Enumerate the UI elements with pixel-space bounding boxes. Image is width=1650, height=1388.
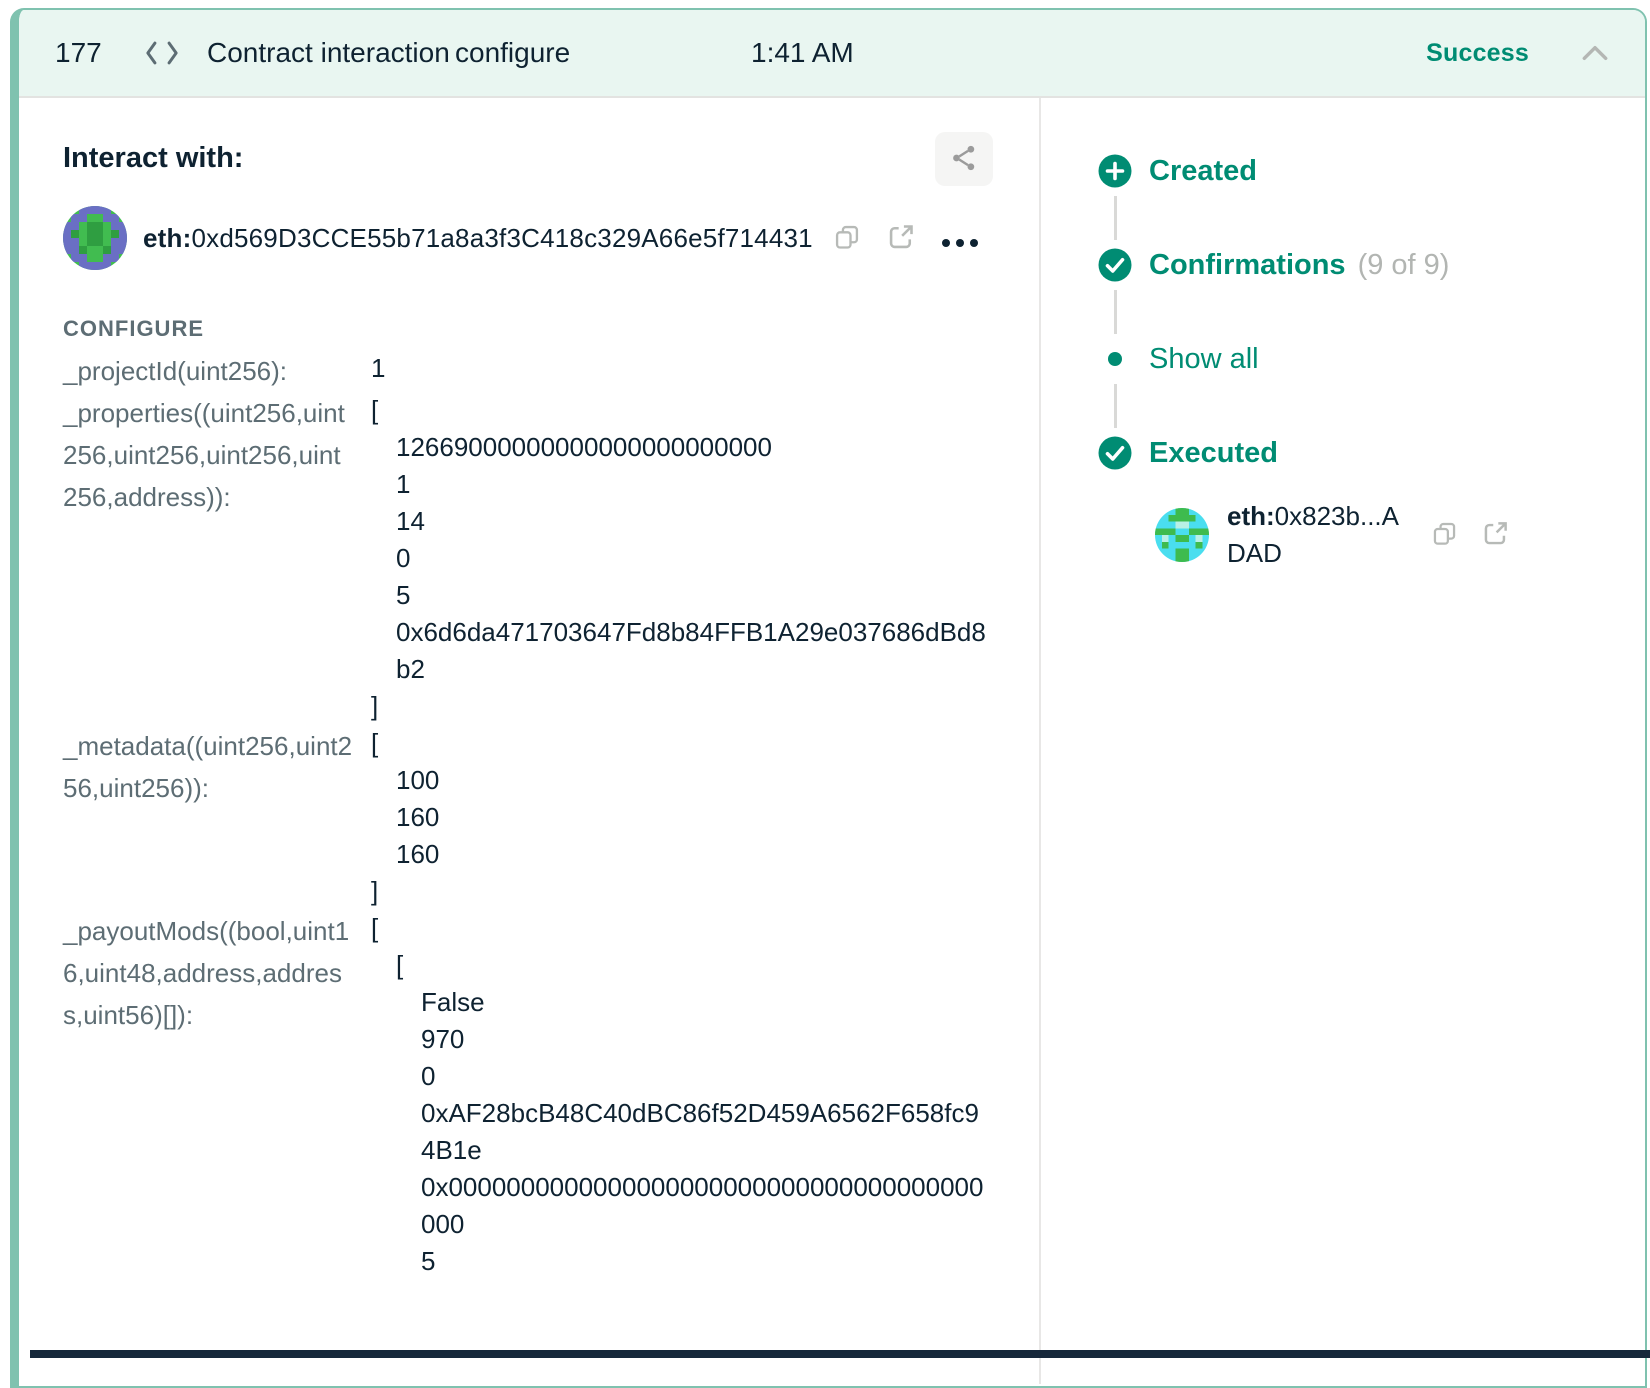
confirmations-count: (9 of 9) [1358, 249, 1450, 282]
param-value-line: 1 [371, 466, 991, 503]
timeline-connector [1114, 290, 1117, 334]
param-value-line: 5 [371, 577, 991, 614]
contract-address: eth:0xd569D3CCE55b71a8a3f3C418c329A66e5f… [143, 223, 813, 254]
param-label: _projectId(uint256): [63, 350, 353, 392]
copy-icon [833, 223, 861, 254]
timeline-step-confirmations: Confirmations (9 of 9) [1097, 246, 1645, 284]
timeline-connector [1114, 196, 1117, 240]
timeline-show-all[interactable]: Show all [1097, 340, 1645, 378]
next-row-edge [30, 1350, 1650, 1358]
param-value-line: 0x00000000000000000000000000000000000000… [371, 1169, 991, 1243]
more-options-icon [941, 236, 979, 251]
param-value-line: [ [371, 910, 991, 947]
check-circle-icon [1097, 247, 1133, 283]
param-value-line: 14 [371, 503, 991, 540]
param-value-line: 0xAF28bcB48C40dBC86f52D459A6562F658fc94B… [371, 1095, 991, 1169]
transaction-timeline: Created Confirmations (9 of 9) Show all [1041, 98, 1645, 1384]
copy-icon [1431, 520, 1458, 550]
transaction-card: 177 Contract interaction configure 1:41 … [10, 8, 1647, 1388]
param-value-line: 0x6d6da471703647Fd8b84FFB1A29e037686dBd8… [371, 614, 991, 688]
plus-circle-icon [1097, 153, 1133, 189]
copy-address-button[interactable] [833, 223, 861, 254]
param-value-line: 5 [371, 1243, 991, 1280]
address-value: 0xd569D3CCE55b71a8a3f3C418c329A66e5f7144… [191, 223, 812, 253]
copy-executor-button[interactable] [1431, 520, 1458, 550]
param-row: _metadata((uint256,uint256,uint256)): [10… [63, 725, 1039, 910]
transaction-time: 1:41 AM [751, 37, 854, 69]
param-value-line: [ [371, 947, 991, 984]
share-icon [949, 143, 979, 176]
timeline-step-created: Created [1097, 152, 1645, 190]
param-value-line: 12669000000000000000000000 [371, 429, 991, 466]
address-prefix: eth: [143, 223, 191, 253]
open-explorer-button[interactable] [887, 223, 915, 254]
param-value: [12669000000000000000000000114050x6d6da4… [371, 392, 991, 725]
timeline-connector [1114, 384, 1117, 428]
transaction-details: Interact with: [19, 98, 1041, 1384]
param-row: _projectId(uint256): 1 [63, 350, 1039, 392]
method-section-title: CONFIGURE [63, 316, 1039, 342]
param-value-line: 1 [371, 350, 385, 387]
executor-avatar [1155, 508, 1209, 562]
param-value-line: ] [371, 873, 439, 910]
check-circle-icon [1097, 435, 1133, 471]
nonce: 177 [55, 37, 117, 69]
transaction-header[interactable]: 177 Contract interaction configure 1:41 … [19, 10, 1645, 98]
method-name: configure [455, 37, 751, 69]
timeline-step-label: Executed [1149, 437, 1278, 470]
executor-address-prefix: eth: [1227, 501, 1275, 531]
open-executor-explorer-button[interactable] [1482, 520, 1509, 550]
param-value: [100160160] [371, 725, 439, 910]
external-link-icon [887, 223, 915, 254]
param-row: _properties((uint256,uint256,uint256,uin… [63, 392, 1039, 725]
transaction-type: Contract interaction [207, 36, 455, 70]
show-all-link[interactable]: Show all [1149, 343, 1259, 376]
external-link-icon [1482, 520, 1509, 550]
param-value-line: 0 [371, 540, 991, 577]
dot-icon [1097, 351, 1133, 367]
share-button[interactable] [935, 132, 993, 186]
param-value-line: 100 [371, 762, 439, 799]
param-label: _metadata((uint256,uint256,uint256)): [63, 725, 353, 910]
param-value: 1 [371, 350, 385, 392]
param-value-line: 160 [371, 799, 439, 836]
param-row: _payoutMods((bool,uint16,uint48,address,… [63, 910, 1039, 1280]
timeline-step-label: Created [1149, 155, 1257, 188]
param-list: _projectId(uint256): 1 _properties((uint25… [63, 350, 1039, 1280]
contract-avatar [63, 206, 127, 270]
param-label: _payoutMods((bool,uint16,uint48,address,… [63, 910, 353, 1280]
param-value-line: 160 [371, 836, 439, 873]
contract-code-icon [145, 38, 185, 68]
executor-row: eth:0x823b...ADAD [1155, 498, 1645, 572]
param-value: [[False97000xAF28bcB48C40dBC86f52D459A65… [371, 910, 991, 1280]
param-value-line: False [371, 984, 991, 1021]
param-value-line: 0 [371, 1058, 991, 1095]
interact-with-label: Interact with: [63, 132, 243, 175]
param-value-line: [ [371, 725, 439, 762]
param-value-line: [ [371, 392, 991, 429]
param-value-line: ] [371, 688, 991, 725]
timeline-step-label: Confirmations [1149, 249, 1346, 282]
param-value-line: 970 [371, 1021, 991, 1058]
executor-address: eth:0x823b...ADAD [1227, 498, 1415, 572]
chevron-up-icon[interactable] [1579, 42, 1611, 64]
status-badge: Success [1426, 39, 1529, 68]
timeline-step-executed: Executed [1097, 434, 1645, 472]
param-label: _properties((uint256,uint256,uint256,uin… [63, 392, 353, 725]
more-options-button[interactable] [941, 236, 979, 251]
